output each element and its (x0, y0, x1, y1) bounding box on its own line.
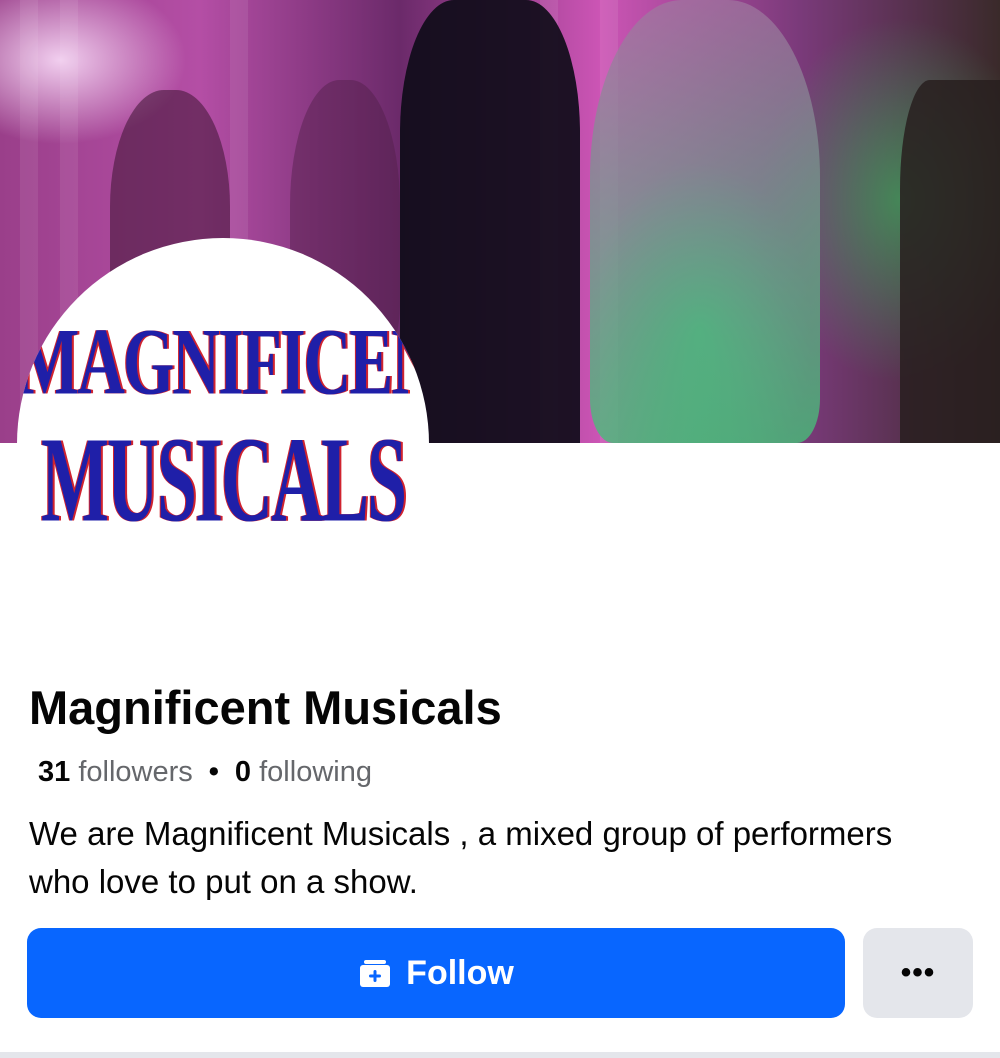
follow-button-label: Follow (406, 953, 514, 992)
followers-count: 31 (38, 756, 71, 788)
following-link[interactable]: 0 following (235, 756, 372, 788)
cover-performer (900, 80, 1000, 443)
followers-link[interactable]: 31 followers (38, 756, 193, 788)
follow-icon (358, 956, 392, 990)
more-dots-icon: ••• (900, 956, 936, 989)
profile-avatar[interactable]: MAGNIFICENT MUSICALS (17, 238, 429, 650)
following-label: following (259, 756, 372, 788)
logo-text-line2: MUSICALS (40, 411, 407, 548)
section-divider (0, 1052, 1000, 1058)
more-options-button[interactable]: ••• (863, 928, 973, 1018)
follow-stats: 31 followers • 0 following (38, 752, 372, 792)
following-count: 0 (234, 756, 252, 788)
follow-button[interactable]: Follow (27, 928, 845, 1018)
logo-text-line1: MAGNIFICENT (17, 309, 429, 416)
page-bio: We are Magnificent Musicals , a mixed gr… (29, 815, 893, 900)
cover-performer (590, 0, 820, 443)
stats-separator: • (208, 756, 219, 788)
page-title: Magnificent Musicals (29, 681, 502, 734)
followers-label: followers (78, 756, 193, 788)
